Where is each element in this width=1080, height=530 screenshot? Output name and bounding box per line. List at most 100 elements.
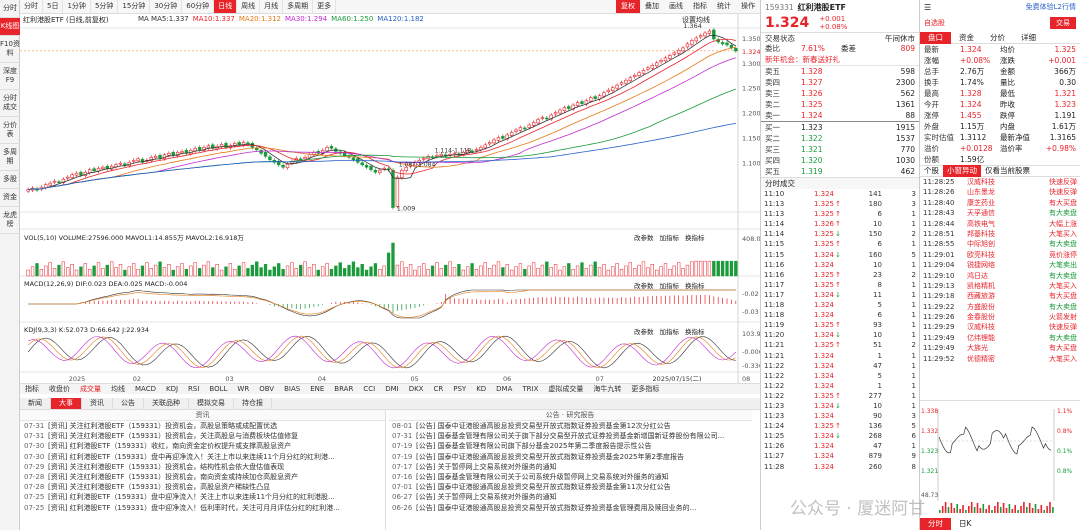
- quote-tab-3[interactable]: 详细: [1013, 32, 1044, 44]
- flash-row[interactable]: 11:29:26 金春股份 火箭发射: [920, 312, 1080, 322]
- indicator-tab-7[interactable]: BOLL: [204, 384, 232, 394]
- chart-tool-2[interactable]: 画线: [664, 0, 688, 13]
- sidebar-item-0[interactable]: 分时: [0, 0, 20, 18]
- mini-tab-1[interactable]: 日K: [951, 518, 979, 530]
- flash-row[interactable]: 11:29:52 优德精密 大笔买入: [920, 354, 1080, 364]
- sidebar-item-9[interactable]: 龙虎榜: [0, 207, 20, 234]
- flash-row[interactable]: 11:28:44 高铁电气 大幅上涨: [920, 219, 1080, 229]
- flash-stock[interactable]: 汉威科技: [967, 177, 1019, 187]
- sidebar-item-6[interactable]: 多周期: [0, 144, 20, 171]
- news-title[interactable]: [资讯] 关注红利港股ETF（159331）投资机会，高股息资产稀缺性凸显: [48, 483, 270, 491]
- news-title[interactable]: [公告] 国泰基金管理有限公司关于公司系统升级暂停网上交易系统对外服务的通知: [416, 473, 669, 481]
- sidebar-item-8[interactable]: 资金: [0, 189, 20, 207]
- flash-row[interactable]: 11:28:55 中际旭创 有大卖盘: [920, 239, 1080, 249]
- news-item[interactable]: 07-31 [公告] 国泰基金管理有限公司关于旗下部分交易型开放式证券投资基金新增…: [388, 431, 752, 441]
- indicator-tab-1[interactable]: 收盘价: [44, 384, 75, 394]
- news-title[interactable]: [公告] 国泰中证港股通高股息投资交易型开放式指数证券投资基金第11次分红公告: [416, 483, 671, 491]
- news-title[interactable]: [资讯] 关注红利港股ETF（159331）投资机会，高股息策略或成配置优选: [48, 422, 277, 430]
- flash-row[interactable]: 11:29:22 方盛股份 有大卖盘: [920, 302, 1080, 312]
- news-tab-0[interactable]: 新闻: [20, 398, 51, 409]
- promo-link[interactable]: 新年机会：新春送好礼: [765, 54, 840, 65]
- news-item[interactable]: 07-01 [公告] 国泰中证港股通高股息投资交易型开放式指数证券投资基金第11次…: [388, 482, 752, 492]
- indicator-link[interactable]: 加指标: [660, 326, 680, 336]
- news-tab-5[interactable]: 模拟交易: [189, 398, 234, 409]
- flash-stock[interactable]: 山东墨龙: [967, 187, 1019, 197]
- period-tab-0[interactable]: 分时: [20, 0, 43, 13]
- flash-row[interactable]: 11:29:13 凯格精机 大笔买入: [920, 281, 1080, 291]
- flash-stock[interactable]: 金春股份: [967, 312, 1019, 322]
- flash-tab-1[interactable]: 小窗异动: [943, 165, 981, 177]
- news-item[interactable]: 07-25 [资讯] 红利港股ETF（159331）盘中迎净流入！关注上市以来连续…: [20, 492, 385, 502]
- sidebar-item-2[interactable]: F10资料: [0, 36, 20, 63]
- flash-stock[interactable]: 天孚通信: [967, 208, 1019, 218]
- news-item[interactable]: 06-27 [公告] 关于暂停网上交易系统对外服务的通知: [388, 492, 752, 502]
- news-tab-3[interactable]: 公告: [113, 398, 144, 409]
- indicator-tab-0[interactable]: 指标: [20, 384, 44, 394]
- add-watchlist-button[interactable]: 自选股: [924, 18, 945, 28]
- period-tab-1[interactable]: 5日: [43, 0, 64, 13]
- indicator-link[interactable]: 换指标: [685, 326, 705, 336]
- flash-stock[interactable]: 西藏旅游: [967, 291, 1019, 301]
- flash-row[interactable]: 11:28:51 邦基科技 大笔买入: [920, 229, 1080, 239]
- news-title[interactable]: [公告] 国泰中证港股通高股息投资交易型开放式指数证券投资基金2025年第2季度…: [416, 453, 684, 461]
- period-tab-7[interactable]: 日线: [214, 0, 238, 13]
- flash-stock[interactable]: 中际旭创: [967, 239, 1019, 249]
- period-tab-5[interactable]: 30分钟: [150, 0, 183, 13]
- flash-tab-2[interactable]: 仅看当前股票: [981, 165, 1034, 177]
- sidebar-item-3[interactable]: 深度F9: [0, 63, 20, 90]
- indicator-tab-19[interactable]: DMA: [491, 384, 517, 394]
- quote-tab-2[interactable]: 分价: [982, 32, 1013, 44]
- indicator-tab-10[interactable]: BIAS: [279, 384, 305, 394]
- indicator-tab-9[interactable]: OBV: [254, 384, 279, 394]
- news-item[interactable]: 07-29 [资讯] 关注红利港股ETF（159331）投资机会，结构性机会依大盘…: [20, 462, 385, 472]
- news-title[interactable]: [资讯] 红利港股ETF（159331）盘中迎净流入！关注上市以来连续11个月分…: [48, 493, 335, 501]
- flash-row[interactable]: 11:28:43 天孚通信 有大卖盘: [920, 208, 1080, 218]
- set-ma-link[interactable]: 设置均线: [682, 15, 710, 25]
- news-item[interactable]: 07-31 [资讯] 关注红利港股ETF（159331）投资机会，高股息策略或成配…: [20, 421, 385, 431]
- mini-chart[interactable]: 1.338 1.332 1.323 1.321 1.1% 0.8% 0.1% 0.8% 48.7…: [920, 400, 1080, 518]
- news-title[interactable]: [公告] 国泰中证港股通高股息投资交易型开放式指数证券投资基金管理费用及赎回业务…: [416, 504, 696, 512]
- indicator-tab-18[interactable]: KD: [471, 384, 491, 394]
- chart-tool-5[interactable]: 操作: [736, 0, 760, 13]
- indicator-tab-15[interactable]: DKX: [404, 384, 429, 394]
- period-tab-9[interactable]: 月线: [260, 0, 284, 13]
- flash-stock[interactable]: 鸿日达: [967, 271, 1019, 281]
- indicator-link[interactable]: 改参数: [634, 326, 654, 336]
- flash-stock[interactable]: 凯格精机: [967, 281, 1019, 291]
- quote-tab-0[interactable]: 盘口: [920, 31, 951, 44]
- period-tab-11[interactable]: 更多: [313, 0, 337, 13]
- indicator-tab-4[interactable]: MACD: [130, 384, 161, 394]
- mini-tab-0[interactable]: 分时: [920, 518, 951, 530]
- free-l2-link[interactable]: 免费体验L2行情: [1026, 2, 1076, 12]
- indicator-tab-22[interactable]: 海牛九转: [588, 384, 626, 394]
- indicator-tab-20[interactable]: TRIX: [517, 384, 543, 394]
- chart-tool-4[interactable]: 统计: [712, 0, 736, 13]
- quote-tab-1[interactable]: 资金: [951, 32, 982, 44]
- flash-stock[interactable]: 邦基科技: [967, 229, 1019, 239]
- news-item[interactable]: 06-26 [公告] 国泰中证港股通高股息投资交易型开放式指数证券投资基金管理费用…: [388, 503, 752, 513]
- news-item[interactable]: 07-25 [资讯] 红利港股ETF（159331）盘中迎净流入！低利率时代，关注…: [20, 503, 385, 513]
- flash-row[interactable]: 11:28:25 汉威科技 快速反弹: [920, 177, 1080, 187]
- news-title[interactable]: [资讯] 关注红利港股ETF（159331）投资机会，南向资金或持续加仓高股息资…: [48, 473, 298, 481]
- indicator-tab-3[interactable]: 均线: [106, 384, 130, 394]
- news-item[interactable]: 08-01 [公告] 国泰中证港股通高股息投资交易型开放式指数证券投资基金第12次…: [388, 421, 752, 431]
- indicator-link[interactable]: 换指标: [685, 232, 705, 242]
- indicator-link[interactable]: 改参数: [634, 232, 654, 242]
- period-tab-2[interactable]: 1分钟: [63, 0, 91, 13]
- news-item[interactable]: 07-17 [公告] 关于暂停网上交易系统对外服务的通知: [388, 462, 752, 472]
- indicator-tab-8[interactable]: WR: [232, 384, 254, 394]
- news-item[interactable]: 07-30 [资讯] 红利港股ETF（159331）盘中再迎净流入！关注上市以来连…: [20, 452, 385, 462]
- news-item[interactable]: 07-31 [资讯] 关注红利港股ETF（159331）投资机会，关注高股息与消费…: [20, 431, 385, 441]
- period-tab-8[interactable]: 周线: [237, 0, 261, 13]
- news-item[interactable]: 07-28 [资讯] 关注红利港股ETF（159331）投资机会，高股息资产稀缺性…: [20, 482, 385, 492]
- flash-stock[interactable]: 欧亮科技: [967, 250, 1019, 260]
- indicator-tab-23[interactable]: 更多指标: [626, 384, 664, 394]
- news-tab-6[interactable]: 持仓报: [234, 398, 272, 409]
- news-title[interactable]: [公告] 国泰基金管理有限公司旗下部分基金2025年第二季度报告提示性公告: [416, 442, 652, 450]
- news-title[interactable]: [资讯] 关注红利港股ETF（159331）投资机会，结构性机会依大盘估值表现: [48, 463, 284, 471]
- flash-row[interactable]: 11:29:01 欧亮科技 竞价涨停: [920, 250, 1080, 260]
- news-tab-1[interactable]: 大事: [51, 398, 82, 409]
- indicator-tab-5[interactable]: KDJ: [161, 384, 183, 394]
- indicator-tab-16[interactable]: CR: [428, 384, 448, 394]
- indicator-tab-14[interactable]: DMI: [380, 384, 404, 394]
